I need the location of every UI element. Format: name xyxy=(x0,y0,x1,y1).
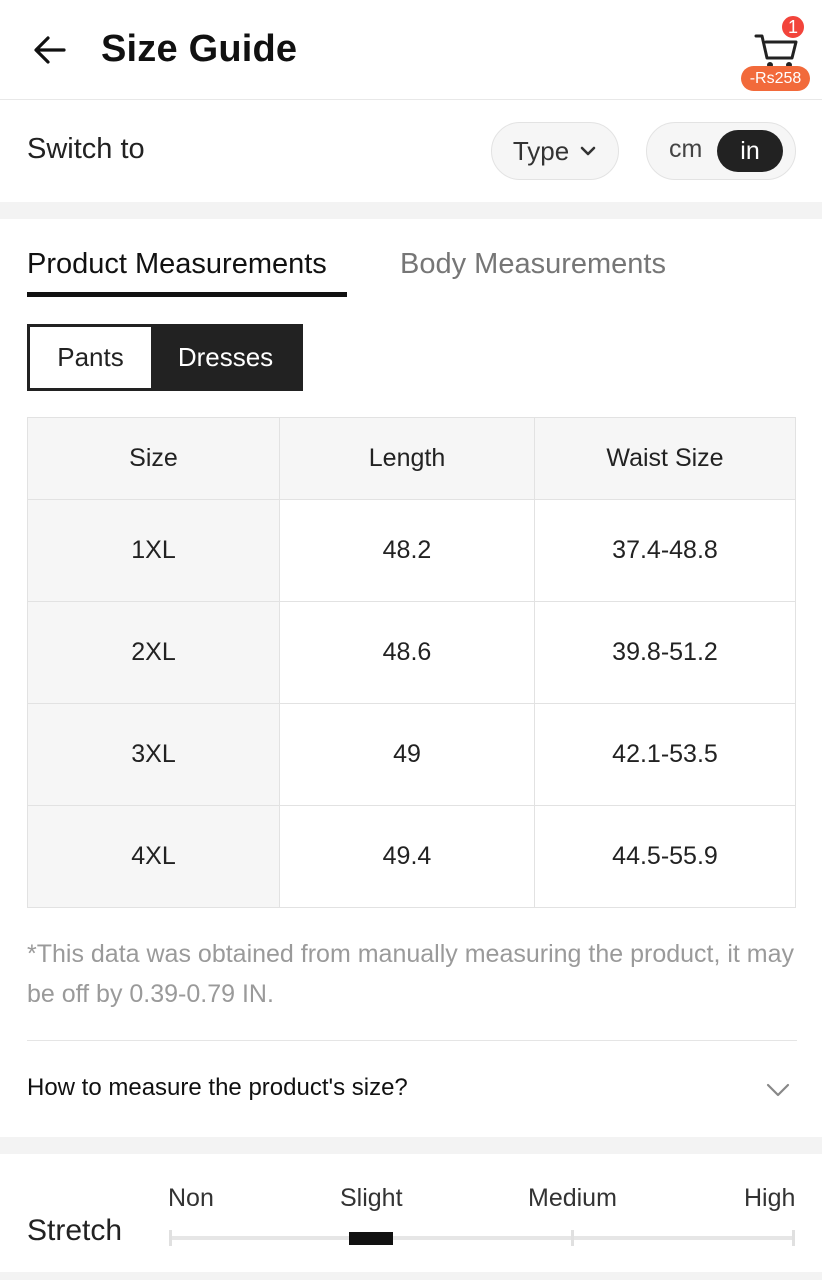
unit-option-in[interactable]: in xyxy=(717,130,783,172)
unit-option-cm[interactable]: cm xyxy=(669,135,702,164)
active-tab-indicator xyxy=(27,292,347,297)
page-title: Size Guide xyxy=(101,28,298,70)
column-header-waist: Waist Size xyxy=(534,417,796,500)
length-cell: 48.6 xyxy=(279,601,535,704)
type-dropdown[interactable]: Type xyxy=(491,122,619,180)
length-cell: 49 xyxy=(279,703,535,806)
header: Size Guide 1 -Rs258 xyxy=(0,0,822,100)
column-header-length: Length xyxy=(279,417,535,500)
section-divider xyxy=(0,1137,822,1154)
tab-product-measurements[interactable]: Product Measurements xyxy=(27,248,327,281)
table-row: 3XL 49 42.1-53.5 xyxy=(27,703,796,806)
type-label: Type xyxy=(512,135,570,166)
section-divider xyxy=(0,202,822,219)
stretch-level-non: Non xyxy=(168,1184,214,1212)
stretch-level-high: High xyxy=(744,1184,796,1212)
category-segmented-control: Pants Dresses xyxy=(27,324,303,391)
length-cell: 49.4 xyxy=(279,805,535,908)
segment-dresses[interactable]: Dresses xyxy=(151,327,300,388)
column-header-size: Size xyxy=(27,417,280,500)
cart-price-badge: -Rs258 xyxy=(741,66,810,91)
unit-toggle[interactable]: cm in xyxy=(646,122,796,180)
switch-label: Switch to xyxy=(27,133,145,165)
size-cell: 3XL xyxy=(27,703,280,806)
stretch-tick xyxy=(169,1230,172,1246)
waist-cell: 44.5-55.9 xyxy=(534,805,796,908)
length-cell: 48.2 xyxy=(279,499,535,602)
waist-cell: 42.1-53.5 xyxy=(534,703,796,806)
section-divider xyxy=(0,1272,822,1280)
segment-pants[interactable]: Pants xyxy=(30,327,151,388)
divider xyxy=(27,1040,797,1041)
waist-cell: 37.4-48.8 xyxy=(534,499,796,602)
how-to-measure-link[interactable]: How to measure the product's size? xyxy=(27,1074,408,1102)
stretch-level-medium: Medium xyxy=(528,1184,617,1212)
stretch-label: Stretch xyxy=(27,1214,123,1247)
measurement-note: *This data was obtained from manually me… xyxy=(27,940,795,1008)
cart-count-badge: 1 xyxy=(780,14,806,40)
table-row: 1XL 48.2 37.4-48.8 xyxy=(27,499,796,602)
chevron-down-icon xyxy=(580,146,596,156)
waist-cell: 39.8-51.2 xyxy=(534,601,796,704)
table-header-row: Size Length Waist Size xyxy=(27,417,796,500)
tab-body-measurements[interactable]: Body Measurements xyxy=(400,248,666,281)
stretch-scale-track xyxy=(170,1236,795,1240)
table-row: 4XL 49.4 44.5-55.9 xyxy=(27,805,796,908)
stretch-selected-marker xyxy=(349,1232,393,1245)
back-button[interactable] xyxy=(28,28,72,72)
size-cell: 1XL xyxy=(27,499,280,602)
size-cell: 2XL xyxy=(27,601,280,704)
back-arrow-icon xyxy=(34,36,66,64)
stretch-tick xyxy=(792,1230,795,1246)
stretch-level-slight: Slight xyxy=(340,1184,403,1212)
chevron-down-icon[interactable] xyxy=(764,1076,792,1104)
size-cell: 4XL xyxy=(27,805,280,908)
stretch-tick xyxy=(571,1230,574,1246)
size-table: Size Length Waist Size 1XL 48.2 37.4-48.… xyxy=(27,417,796,908)
table-row: 2XL 48.6 39.8-51.2 xyxy=(27,601,796,704)
switch-row: Switch to Type cm in xyxy=(0,100,822,202)
